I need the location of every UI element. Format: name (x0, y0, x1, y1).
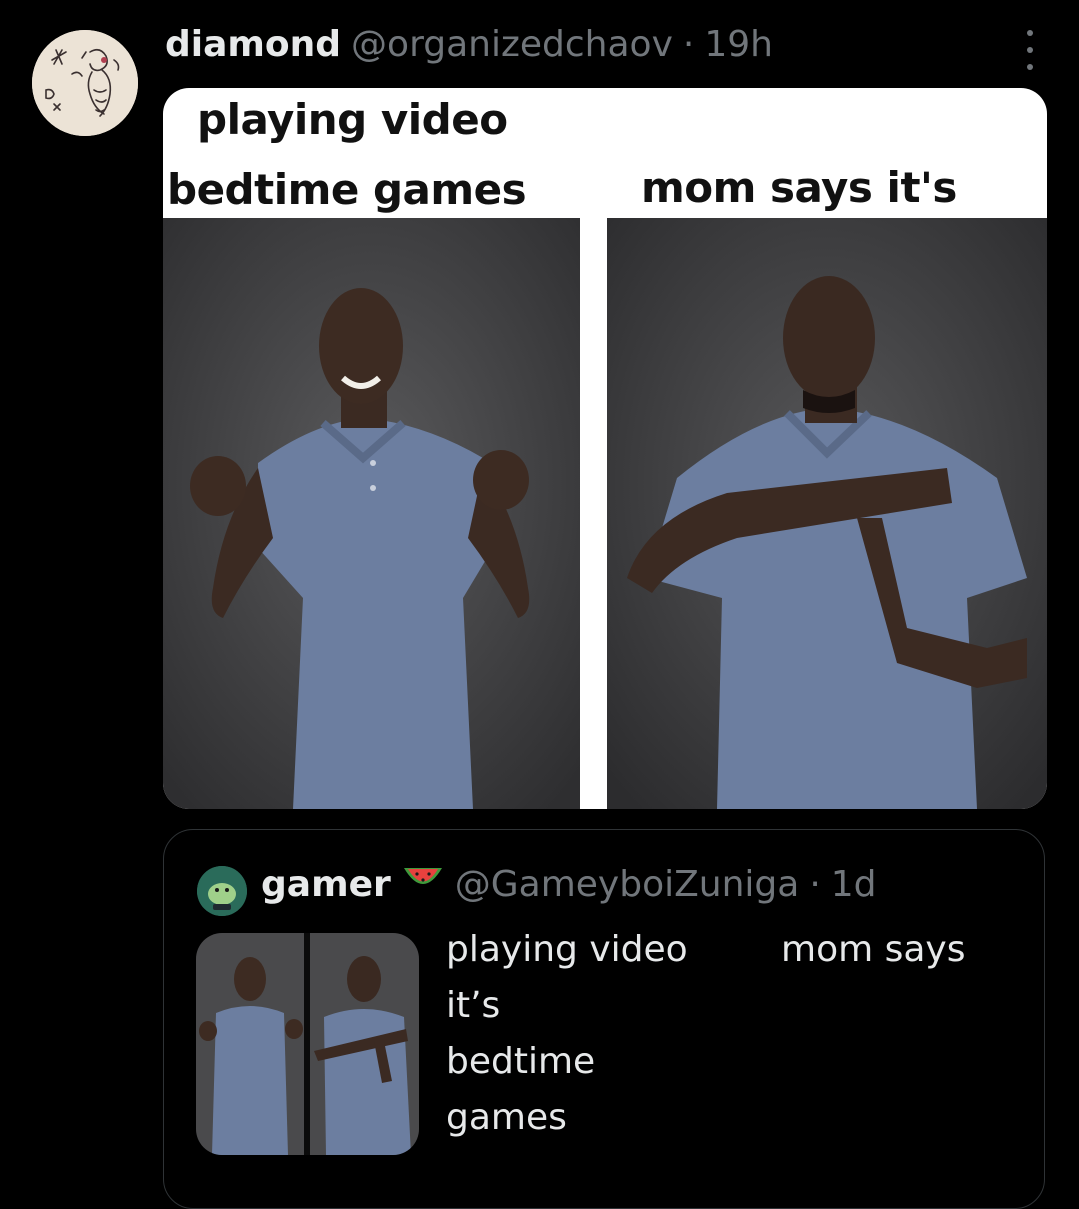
author-handle[interactable]: @organizedchaov (351, 24, 673, 65)
quoted-text-line-4: games (446, 1097, 567, 1138)
post-timestamp[interactable]: 19h (704, 24, 773, 65)
meme-caption-right: mom says it's (641, 163, 957, 212)
tweet[interactable]: diamond @organizedchaov · 19h playing vi… (0, 0, 1079, 1209)
quoted-handle[interactable]: @GameyboiZuniga (455, 864, 800, 905)
more-dots-icon[interactable] (1021, 30, 1039, 70)
quoted-author-avatar[interactable] (197, 866, 247, 916)
header-separator: · (682, 24, 695, 65)
quoted-header-separator: · (809, 864, 821, 905)
meme-caption-left-line1: playing video (197, 95, 508, 144)
quoted-text-line-3: bedtime (446, 1041, 596, 1082)
meme-panel-right-photo (607, 218, 1047, 809)
quoted-tweet-text: playing video it’s bedtime games (446, 922, 688, 1146)
quoted-tweet-text-right: mom says (781, 929, 966, 970)
quoted-tweet-header: gamer @GameyboiZuniga · 1d (261, 860, 877, 905)
meme-panel-left-photo (163, 218, 580, 809)
quoted-text-line-2: it’s (446, 985, 501, 1026)
quoted-timestamp[interactable]: 1d (831, 864, 877, 905)
meme-image[interactable]: playing video bedtime games mom says it'… (163, 88, 1047, 809)
meme-caption-left-line2: bedtime games (167, 165, 527, 214)
watermelon-icon (401, 860, 445, 896)
quoted-text-line-1: playing video (446, 929, 688, 970)
quoted-display-name[interactable]: gamer (261, 864, 391, 905)
quoted-media-thumbnail[interactable] (196, 933, 419, 1155)
author-avatar[interactable] (32, 30, 138, 136)
author-display-name[interactable]: diamond (165, 24, 341, 65)
tweet-header: diamond @organizedchaov · 19h (165, 24, 773, 72)
quoted-tweet[interactable]: gamer @GameyboiZuniga · 1d playing video… (163, 829, 1045, 1209)
